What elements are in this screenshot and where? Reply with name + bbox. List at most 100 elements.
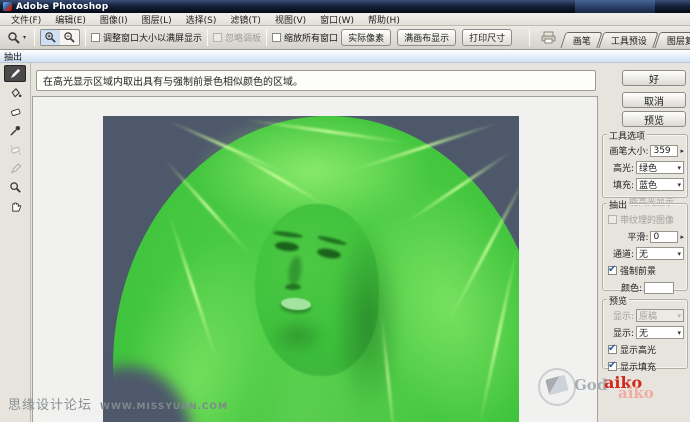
print-size-button[interactable]: 打印尺寸 <box>462 29 512 46</box>
portrait-chin-shadow <box>268 316 328 356</box>
highlight-label: 高光: <box>613 161 634 174</box>
separator <box>34 29 35 46</box>
zoom-tool[interactable] <box>4 179 26 196</box>
brush-size-input[interactable]: 359 <box>650 145 678 157</box>
tool-preset-arrow-icon[interactable]: ▾ <box>23 34 26 41</box>
preview-canvas-area <box>32 96 598 422</box>
smooth-input[interactable]: 0 <box>650 231 678 243</box>
eyedropper-tool[interactable] <box>4 122 26 139</box>
titlebar: Adobe Photoshop <box>0 0 690 13</box>
extraction-group: 抽出 带纹理的图像 平滑: 0 ▸ 通道: 无 ▾ 强制前景 <box>602 203 688 291</box>
checkbox-icon <box>608 215 617 224</box>
zoom-in-button[interactable] <box>41 30 60 45</box>
zoom-out-button[interactable] <box>60 30 79 45</box>
zoom-all-windows-checkbox[interactable]: 缩放所有窗口 <box>272 31 338 44</box>
tab-brushes[interactable]: 画笔 <box>561 32 603 48</box>
magnifier-icon <box>9 181 22 194</box>
extraction-title: 抽出 <box>607 198 629 211</box>
show-label: 显示: <box>613 309 634 322</box>
photoshop-window: Adobe Photoshop 文件(F) 编辑(E) 图像(I) 图层(L) … <box>0 0 690 422</box>
highlight-color-select[interactable]: 绿色 ▾ <box>636 161 684 174</box>
preview-group-title: 预览 <box>607 294 629 307</box>
edge-highlighter-icon <box>9 67 22 80</box>
actual-pixels-button[interactable]: 实际像素 <box>341 29 391 46</box>
display-select[interactable]: 无 ▾ <box>636 326 684 339</box>
menubar: 文件(F) 编辑(E) 图像(I) 图层(L) 选择(S) 滤镜(T) 视图(V… <box>0 13 690 26</box>
fit-screen-button[interactable]: 满画布显示 <box>397 29 456 46</box>
separator <box>85 29 86 46</box>
fill-color-select[interactable]: 蓝色 ▾ <box>636 178 684 191</box>
checkbox-icon <box>213 33 222 42</box>
edge-touchup-tool <box>4 160 26 177</box>
menu-select[interactable]: 选择(S) <box>179 13 224 26</box>
aiko-text-echo: aiko <box>618 384 654 402</box>
checkbox-checked-icon <box>608 345 617 354</box>
tool-hint-text: 在高光显示区域内取出具有与强制前景色相似颜色的区域。 <box>43 73 303 88</box>
chevron-down-icon: ▾ <box>677 181 681 189</box>
window-title: Adobe Photoshop <box>16 2 108 12</box>
stamp-icon <box>538 368 576 406</box>
edge-touchup-icon <box>9 162 22 175</box>
menu-help[interactable]: 帮助(H) <box>361 13 407 26</box>
portrait-nose-shadow <box>285 284 301 290</box>
foreground-color-swatch[interactable] <box>644 282 674 294</box>
ok-button[interactable]: 好 <box>622 70 686 86</box>
cancel-button[interactable]: 取消 <box>622 92 686 108</box>
titlebar-glow <box>575 0 655 13</box>
extract-dialog-titlebar: 抽出 <box>0 50 690 63</box>
force-foreground-checkbox[interactable]: 强制前景 <box>608 264 687 277</box>
zoom-tool-icon <box>7 31 21 45</box>
cleanup-tool <box>4 141 26 158</box>
menu-image[interactable]: 图像(I) <box>93 13 135 26</box>
resize-window-checkbox[interactable]: 调整窗口大小以满屏显示 <box>91 31 202 44</box>
fill-tool[interactable] <box>4 84 26 101</box>
cleanup-icon <box>9 143 22 156</box>
menu-layer[interactable]: 图层(L) <box>135 13 179 26</box>
show-select: 原稿 ▾ <box>636 309 684 322</box>
preview-group: 预览 显示: 原稿 ▾ 显示: 无 ▾ 显示高光 <box>602 299 688 369</box>
ignore-palettes-checkbox: 忽略调板 <box>213 31 261 44</box>
menu-filter[interactable]: 滤镜(T) <box>223 13 268 26</box>
textured-image-checkbox: 带纹理的图像 <box>608 213 687 226</box>
menu-view[interactable]: 视图(V) <box>268 13 313 26</box>
edge-highlighter-tool[interactable] <box>4 65 26 82</box>
extract-dialog-title: 抽出 <box>4 50 22 63</box>
photoshop-icon <box>3 2 12 11</box>
hand-icon <box>9 200 22 213</box>
zoom-out-icon <box>63 31 76 44</box>
preview-button[interactable]: 预览 <box>622 111 686 127</box>
image-preview[interactable] <box>103 116 519 422</box>
smooth-label: 平滑: <box>627 230 648 243</box>
menu-window[interactable]: 窗口(W) <box>313 13 361 26</box>
separator <box>207 29 208 46</box>
options-bar: ▾ 调整窗口大小以满屏显示 <box>0 26 690 50</box>
menu-file[interactable]: 文件(F) <box>4 13 48 26</box>
chevron-down-icon: ▾ <box>677 250 681 258</box>
eraser-icon <box>9 105 22 118</box>
separator <box>529 29 530 46</box>
menu-edit[interactable]: 编辑(E) <box>48 13 93 26</box>
aiko-watermark: God aiko aiko <box>538 364 688 420</box>
checkbox-icon <box>272 33 281 42</box>
smooth-spinner-icon[interactable]: ▸ <box>680 233 684 241</box>
tab-layer-comps[interactable]: 图层复合 <box>655 32 690 48</box>
zoom-mode-group <box>40 29 80 46</box>
paint-bucket-icon <box>9 86 22 99</box>
channel-select[interactable]: 无 ▾ <box>636 247 684 260</box>
printer-icon[interactable] <box>541 31 556 44</box>
color-label: 颜色: <box>621 281 642 294</box>
tool-options-group: 工具选项 画笔大小: 359 ▸ 高光: 绿色 ▾ 填充: 蓝色 ▾ <box>602 134 688 198</box>
palette-well: 画笔 工具预设 图层复合 <box>541 28 690 48</box>
extract-tool-column <box>0 63 31 422</box>
zoom-tool-swatch[interactable]: ▾ <box>4 31 29 45</box>
channel-label: 通道: <box>613 247 634 260</box>
show-highlight-checkbox[interactable]: 显示高光 <box>608 343 687 356</box>
tab-tool-presets[interactable]: 工具预设 <box>599 32 659 48</box>
tool-hint-box: 在高光显示区域内取出具有与强制前景色相似颜色的区域。 <box>36 70 596 91</box>
checkbox-checked-icon <box>608 266 617 275</box>
separator <box>266 29 267 46</box>
display-label: 显示: <box>613 326 634 339</box>
hand-tool[interactable] <box>4 198 26 215</box>
eraser-tool[interactable] <box>4 103 26 120</box>
brush-size-spinner-icon[interactable]: ▸ <box>680 147 684 155</box>
